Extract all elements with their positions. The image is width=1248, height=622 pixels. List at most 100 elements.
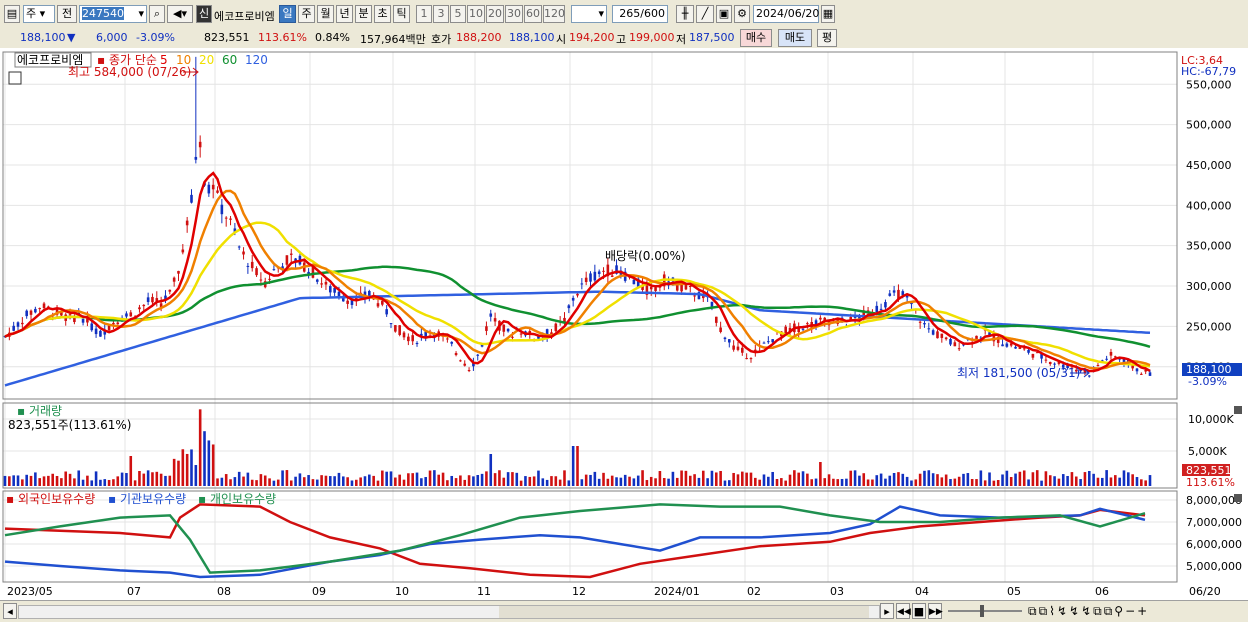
volume-bar (506, 472, 510, 486)
volume-bar (346, 477, 349, 486)
price-tick: 500,000 (1186, 119, 1232, 132)
stock-chart[interactable]: 550,000 500,000 450,000 400,000 350,000 300,0… (0, 48, 1248, 600)
volume-bar (415, 472, 419, 486)
scroll-right-button[interactable]: ▸ (880, 603, 894, 619)
period-unit-select[interactable]: 주 ▾ (23, 5, 55, 23)
candle-body (632, 279, 636, 285)
tab-period-3[interactable]: 년 (336, 5, 353, 23)
volume-bar (675, 477, 679, 486)
candle-body (875, 305, 879, 313)
tab-period-0[interactable]: 일 (279, 5, 296, 23)
line-icon[interactable]: ╱ (696, 5, 714, 23)
candle-body (502, 324, 506, 332)
code-input[interactable]: 247540 ▾ (79, 5, 147, 23)
date-field[interactable]: 2024/06/20 (753, 5, 819, 23)
candle-body (1140, 373, 1143, 375)
volume-bar (472, 476, 475, 486)
calendar-icon[interactable]: ▦ (821, 5, 835, 23)
volume-bar (910, 480, 913, 486)
volume-bar (385, 471, 388, 486)
volume-bar (1144, 480, 1147, 486)
volume-bar (350, 480, 354, 486)
volume-bar (250, 479, 254, 486)
candle-body (693, 295, 696, 297)
volume-bar (441, 472, 445, 486)
forward-icon[interactable]: ▶▶ (928, 603, 943, 619)
candle-body (289, 253, 293, 255)
zoom-slider[interactable] (948, 605, 1022, 617)
volume-bar (762, 474, 766, 486)
menu-icon[interactable]: ▤ (4, 5, 20, 23)
candle-body (879, 308, 883, 310)
period-unit-label: 주 (26, 7, 37, 20)
candle-body (688, 286, 692, 288)
scrollbar-track[interactable] (18, 605, 880, 619)
volume-bar (832, 478, 835, 486)
volume-bar (298, 473, 302, 486)
candle-body (892, 290, 896, 293)
candle-body (741, 347, 744, 353)
sell-button[interactable]: 매도 (778, 29, 812, 47)
buy-button[interactable]: 매수 (740, 29, 772, 47)
avg-button[interactable]: 평 (817, 29, 837, 47)
top-toolbar: ▤ 주 ▾ 전 247540 ▾ ⌕ ◀▾ 신 에코프로비엠 일주월년분초틱 13… (0, 0, 1248, 29)
rewind-icon[interactable]: ◀◀ (896, 603, 911, 619)
custom-period-select[interactable]: ▾ (571, 5, 607, 23)
prev-button[interactable]: 전 (57, 5, 77, 23)
volume-bar (181, 449, 185, 486)
volume-bar (636, 475, 640, 486)
tool-icons[interactable]: ⧉⧉⌇↯↯↯⧉⧉⚲−+ (1028, 604, 1149, 619)
tab-period-5[interactable]: 초 (374, 5, 391, 23)
search-icon[interactable]: ⌕ (149, 5, 165, 23)
tab-minute-120[interactable]: 120 (543, 5, 565, 23)
candle-body (107, 325, 111, 331)
tab-minute-3[interactable]: 3 (433, 5, 449, 23)
tab-minute-5[interactable]: 5 (450, 5, 466, 23)
tab-minute-10[interactable]: 10 (467, 5, 485, 23)
volume-bar (1070, 472, 1074, 486)
candle-body (142, 304, 146, 307)
tab-period-1[interactable]: 주 (298, 5, 315, 23)
tab-minute-30[interactable]: 30 (505, 5, 523, 23)
volume-bar (1022, 470, 1026, 486)
volume-bar (1083, 472, 1087, 486)
volume-bar (16, 475, 20, 486)
indicator-button[interactable]: 신 (196, 5, 212, 23)
volume-bar (654, 478, 657, 486)
volume-bar (806, 473, 809, 486)
volume-bar (272, 480, 276, 486)
zoom-slider-handle[interactable] (980, 605, 984, 617)
stop-icon[interactable]: ■ (912, 603, 926, 619)
tab-period-2[interactable]: 월 (317, 5, 334, 23)
volume-bar (324, 475, 328, 486)
candle-body (953, 342, 957, 347)
volume-bar (701, 470, 705, 486)
save-icon[interactable]: ▣ (716, 5, 732, 23)
volume-bar (563, 470, 566, 486)
volume-bar (845, 478, 848, 486)
scroll-left-button[interactable]: ◂ (3, 603, 17, 619)
volume-bar (328, 476, 332, 486)
volume-bar (376, 480, 380, 486)
volume-bar (38, 478, 41, 486)
candle-body (1105, 358, 1108, 360)
candle-body (1048, 361, 1052, 364)
candle-body (285, 255, 289, 265)
candle-body (680, 284, 683, 292)
gear-icon[interactable]: ⚙ (734, 5, 750, 23)
tab-minute-60[interactable]: 60 (524, 5, 542, 23)
tab-period-4[interactable]: 분 (355, 5, 372, 23)
volume-bar (1018, 471, 1022, 486)
scrollbar-thumb[interactable] (499, 606, 869, 618)
speaker-icon[interactable]: ◀▾ (167, 5, 193, 23)
tab-minute-1[interactable]: 1 (416, 5, 432, 23)
volume-bar (224, 474, 228, 486)
tab-period-6[interactable]: 틱 (393, 5, 410, 23)
count-field[interactable]: 265/600 (612, 5, 668, 23)
tab-minute-20[interactable]: 20 (486, 5, 504, 23)
candle-body (1114, 356, 1117, 358)
volume-bar (914, 479, 918, 486)
volume-bar (1087, 470, 1091, 486)
volume-bar (337, 472, 341, 486)
candle-icon[interactable]: ╫ (676, 5, 694, 23)
